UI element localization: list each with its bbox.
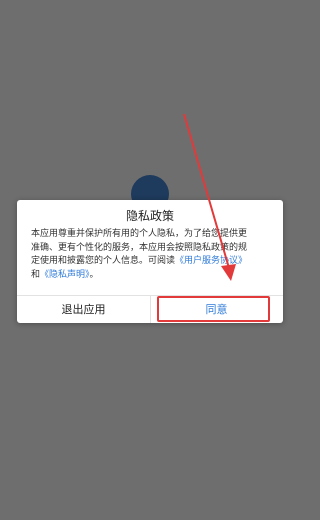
annotation-arrow-icon (183, 113, 236, 281)
